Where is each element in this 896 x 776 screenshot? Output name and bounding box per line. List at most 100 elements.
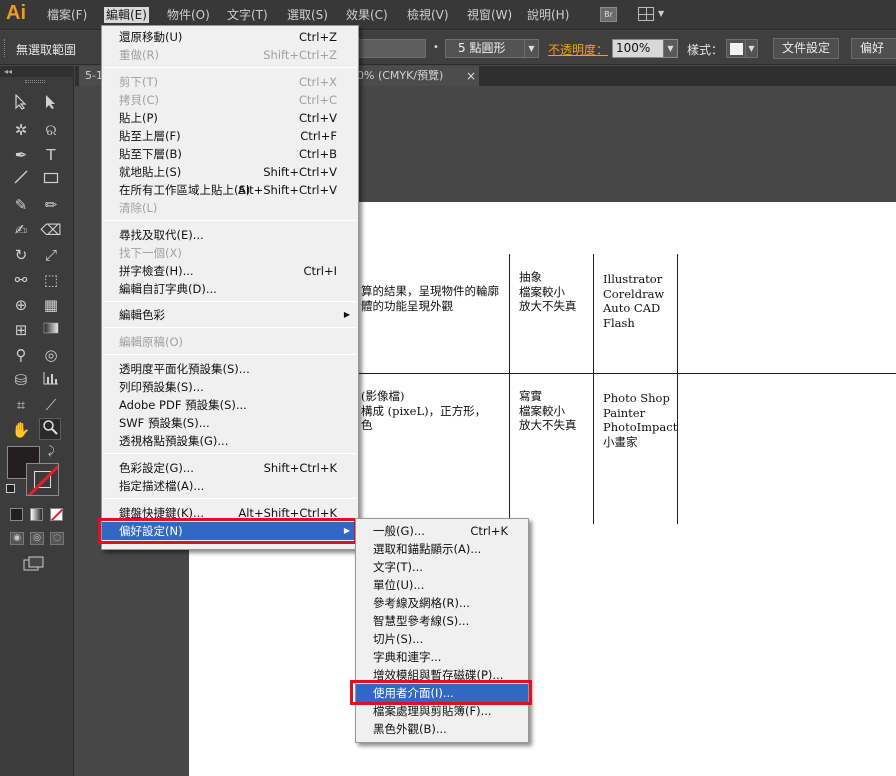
hand-tool-icon[interactable]: ✋ [10,419,32,441]
pref-selection-anchor-display[interactable]: 選取和錨點顯示(A)... [356,540,528,558]
menu-edit-colors[interactable]: 編輯色彩 ▶ [102,306,358,324]
close-icon[interactable]: × [466,66,476,86]
draw-behind-icon[interactable]: ◎ [30,532,44,545]
mesh-tool-icon[interactable]: ⊞ [10,319,32,341]
screen-mode-icon[interactable] [23,556,45,572]
slice-tool-icon[interactable]: ⟋ [40,394,62,416]
blend-tool-icon[interactable]: ◎ [40,344,62,366]
menu-edit[interactable]: 編輯(E) [104,7,149,23]
chevron-down-icon[interactable]: ▼ [745,40,757,57]
menu-effect[interactable]: 效果(C) [344,7,390,23]
app-logo: Ai [6,2,26,24]
stroke-color-swatch[interactable] [26,463,59,496]
magic-wand-tool-icon[interactable]: ✲ [10,119,32,141]
direct-selection-tool-icon[interactable] [40,94,62,116]
pref-type[interactable]: 文字(T)... [356,558,528,576]
pref-guides-grid[interactable]: 參考線及網格(R)... [356,594,528,612]
menu-undo[interactable]: 還原移動(U) Ctrl+Z [102,28,358,46]
pref-dictionary-hyphenation[interactable]: 字典和連字... [356,648,528,666]
panel-grip[interactable] [4,39,7,57]
arrange-documents-button[interactable]: ▼ [638,7,666,22]
pref-smart-guides[interactable]: 智慧型參考線(S)... [356,612,528,630]
blob-brush-tool-icon[interactable]: ✍ [10,219,32,241]
stroke-weight-field[interactable] [358,39,426,58]
menu-check-spelling-shortcut: Ctrl+I [303,264,338,278]
bridge-button[interactable]: Br [600,7,617,22]
column-graph-tool-icon[interactable] [40,369,62,391]
menu-help[interactable]: 說明(H) [525,7,571,23]
menu-view[interactable]: 檢視(V) [405,7,451,23]
menu-separator [104,354,356,355]
swap-fill-stroke-icon[interactable]: ⤸ [48,444,55,458]
graphic-style-select[interactable]: ▼ [726,39,758,58]
menu-check-spelling[interactable]: 拼字檢查(H)... Ctrl+I [102,262,358,280]
menu-pdf-presets[interactable]: Adobe PDF 預設集(S)... [102,396,358,414]
brush-definition-select[interactable]: 5 點圓形 ▼ [445,39,539,58]
shape-builder-tool-icon[interactable]: ⊕ [10,294,32,316]
pref-general-shortcut: Ctrl+K [470,524,508,538]
line-segment-tool-icon[interactable] [10,169,32,191]
chevron-down-icon[interactable]: ▼ [663,40,677,57]
menu-perspective-presets[interactable]: 透視格點預設集(G)... [102,432,358,450]
gradient-tool-icon[interactable] [40,319,62,341]
selection-tool-icon[interactable] [10,93,32,116]
preferences-button[interactable]: 偏好 [851,38,896,59]
menu-paste-in-front[interactable]: 貼至上層(F) Ctrl+F [102,127,358,145]
symbol-sprayer-tool-icon[interactable]: ⛁ [10,369,32,391]
free-transform-tool-icon[interactable]: ⬚ [40,269,62,291]
panel-grip[interactable] [25,80,45,83]
menu-paste[interactable]: 貼上(P) Ctrl+V [102,109,358,127]
draw-inside-icon[interactable]: ◌ [50,532,64,545]
color-mode-button[interactable] [10,508,23,521]
menu-print-presets[interactable]: 列印預設集(S)... [102,378,358,396]
menu-object[interactable]: 物件(O) [165,7,212,23]
perspective-grid-tool-icon[interactable]: ▦ [40,294,62,316]
scale-tool-icon[interactable]: ⤢ [40,244,62,266]
pencil-tool-icon[interactable]: ✏ [40,194,62,216]
menu-color-settings-shortcut: Shift+Ctrl+K [263,461,337,475]
menu-select[interactable]: 選取(S) [285,7,330,23]
lasso-tool-icon[interactable]: ର [40,119,62,141]
menu-window[interactable]: 視窗(W) [465,7,514,23]
menu-assign-profile[interactable]: 指定描述檔(A)... [102,477,358,495]
menu-type[interactable]: 文字(T) [225,7,270,23]
table-divider [677,254,678,524]
pref-appearance-of-black[interactable]: 黑色外觀(B)... [356,720,528,738]
pref-selection-anchor-display-label: 選取和錨點顯示(A)... [373,542,482,556]
type-tool-icon[interactable]: T [40,144,62,166]
menu-paste-in-place[interactable]: 就地貼上(S) Shift+Ctrl+V [102,163,358,181]
gradient-mode-button[interactable] [30,508,43,521]
pref-general[interactable]: 一般(G)... Ctrl+K [356,522,528,540]
rotate-tool-icon[interactable]: ↻ [10,244,32,266]
artboard-tool-icon[interactable]: ⌗ [10,394,32,416]
menu-undo-shortcut: Ctrl+Z [299,30,337,44]
menu-paste-in-back[interactable]: 貼至下層(B) Ctrl+B [102,145,358,163]
eyedropper-tool-icon[interactable]: ⚲ [10,344,32,366]
menu-find-replace[interactable]: 尋找及取代(E)... [102,226,358,244]
opacity-field[interactable]: 100% ▼ [612,39,678,58]
panel-collapse-icon[interactable]: ◂◂ [0,66,74,77]
pref-units[interactable]: 單位(U)... [356,576,528,594]
width-tool-icon[interactable]: ⚯ [10,269,32,291]
menu-swf-presets[interactable]: SWF 預設集(S)... [102,414,358,432]
document-setup-button[interactable]: 文件設定 [773,38,840,59]
paintbrush-tool-icon[interactable]: ✎ [10,194,32,216]
pref-slices[interactable]: 切片(S)... [356,630,528,648]
default-fill-stroke-icon[interactable] [6,484,15,493]
menu-file[interactable]: 檔案(F) [45,7,89,23]
menu-custom-dictionary[interactable]: 編輯自訂字典(D)... [102,280,358,298]
rectangle-tool-icon[interactable] [40,169,62,191]
opacity-label[interactable]: 不透明度： [548,41,608,58]
eraser-tool-icon[interactable]: ⌫ [40,219,62,241]
menu-paste-on-all-artboards[interactable]: 在所有工作區域上貼上(S) Alt+Shift+Ctrl+V [102,181,358,199]
menu-color-settings[interactable]: 色彩設定(G)... Shift+Ctrl+K [102,459,358,477]
menu-transparency-presets[interactable]: 透明度平面化預設集(S)... [102,360,358,378]
tools-panel: ◂◂ ✲ ର ✒ T ✎ ✏ ✍ ⌫ ↻ ⤢ ⚯ ⬚ ⊕ ▦ ⊞ ⚲ ◎ ⛁ ⌗… [0,66,74,776]
chevron-down-icon[interactable]: ▼ [524,40,538,57]
pen-tool-icon[interactable]: ✒ [10,144,32,166]
none-mode-button[interactable] [50,508,63,521]
draw-normal-icon[interactable]: ◉ [10,532,24,545]
zoom-tool-icon[interactable] [39,418,61,440]
menu-separator [104,67,356,68]
menu-cut-shortcut: Ctrl+X [299,75,337,89]
